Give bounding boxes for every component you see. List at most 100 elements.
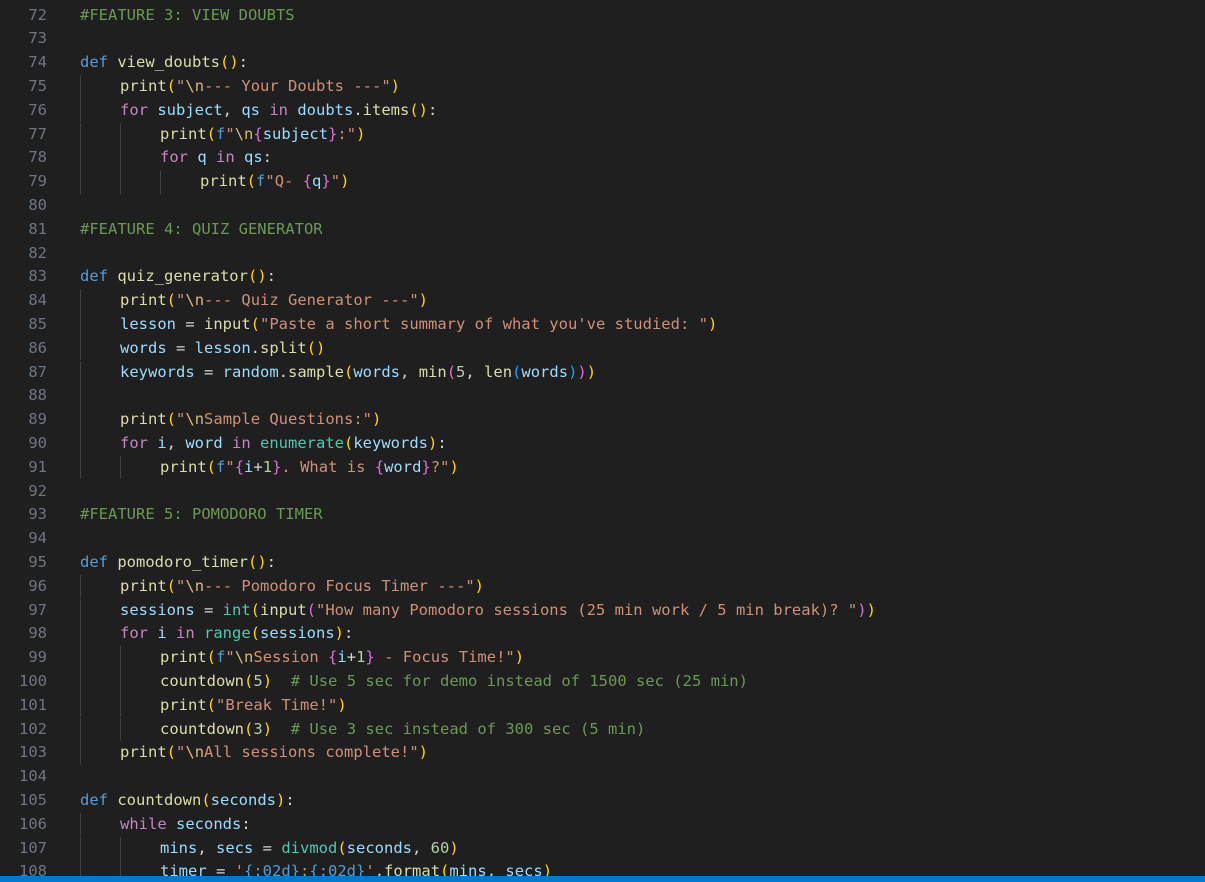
code-text: sessions = int(input("How many Pomodoro … [120, 599, 876, 623]
code-line[interactable]: 91 print(f"{i+1}. What is {word}?") [0, 455, 1205, 480]
code-text: #FEATURE 4: QUIZ GENERATOR [80, 218, 323, 242]
code-token: ( [244, 719, 254, 738]
code-line[interactable]: 103 print("\nAll sessions complete!") [0, 741, 1205, 766]
code-line[interactable]: 77 print(f"\n{subject}:") [0, 122, 1205, 147]
code-line[interactable]: 101 print("Break Time!") [0, 693, 1205, 718]
code-line[interactable]: 94 [0, 527, 1205, 551]
code-editor[interactable]: 72 #FEATURE 3: VIEW DOUBTS 73 74 def view_do… [0, 0, 1205, 876]
code-token: () [247, 552, 267, 571]
code-line[interactable]: 97 sessions = int(input("How many Pomodor… [0, 598, 1205, 623]
code-token: ) [418, 743, 429, 762]
code-line[interactable]: 82 [0, 242, 1205, 266]
indent-guide [120, 170, 121, 194]
code-token: " [225, 648, 235, 667]
code-token: i [337, 648, 347, 667]
code-token: = [194, 600, 223, 619]
code-token: ( [337, 838, 347, 857]
code-text: print("Break Time!") [160, 694, 347, 718]
code-line[interactable]: 79 print(f"Q- {q}") [0, 170, 1205, 194]
code-token: words [521, 362, 569, 381]
code-token: : [241, 814, 251, 833]
indent-guide [80, 289, 81, 313]
code-text: print(f"{i+1}. What is {word}?") [160, 456, 459, 480]
code-text: print("\n--- Pomodoro Focus Timer ---") [120, 575, 484, 599]
code-token: # Use 3 sec instead of 300 sec (5 min) [290, 719, 646, 738]
code-line[interactable]: 89 print("\nSample Questions:") [0, 408, 1205, 432]
code-text: print(f"Q- {q}") [200, 170, 349, 194]
status-bar [0, 876, 1205, 882]
code-token: ( [306, 600, 317, 619]
code-line[interactable]: 81 #FEATURE 4: QUIZ GENERATOR [0, 218, 1205, 242]
indent-guide [80, 146, 81, 171]
code-line[interactable]: 92 [0, 480, 1205, 504]
indent-guide [80, 360, 81, 385]
line-number: 78 [28, 148, 47, 167]
code-token: seconds [346, 838, 412, 857]
indent-guide [80, 74, 81, 99]
code-line[interactable]: 78 for q in qs: [0, 146, 1205, 171]
line-number: 107 [19, 838, 47, 857]
code-line[interactable]: 106 while seconds: [0, 812, 1205, 837]
indent-guide [80, 836, 81, 861]
code-token: in [166, 624, 204, 643]
code-line[interactable]: 100 countdown(5) # Use 5 sec for demo ins… [0, 669, 1205, 694]
code-line[interactable]: 73 [0, 27, 1205, 51]
code-token: " [176, 76, 186, 95]
code-line[interactable]: 108 timer = '{:02d}:{:02d}'.format(mins, … [0, 860, 1205, 876]
code-line[interactable]: 96 print("\n--- Pomodoro Focus Timer ---"… [0, 574, 1205, 599]
code-line[interactable]: 88 [0, 384, 1205, 409]
code-line[interactable]: 75 print("\n--- Your Doubts ---") [0, 74, 1205, 99]
code-token: ) [334, 624, 345, 643]
code-token: view_doubts [117, 53, 220, 72]
code-token: ) [356, 124, 366, 143]
code-line[interactable]: 85 lesson = input("Paste a short summary … [0, 312, 1205, 337]
code-token: q [197, 148, 207, 167]
code-line[interactable]: 105 def countdown(seconds): [0, 789, 1205, 813]
code-token: , [197, 838, 216, 857]
code-line[interactable]: 72 #FEATURE 3: VIEW DOUBTS [0, 4, 1205, 28]
code-token: ' [234, 862, 245, 876]
code-line[interactable]: 90 for i, word in enumerate(keywords): [0, 431, 1205, 456]
code-token: sessions [120, 600, 195, 619]
code-line[interactable]: 93 #FEATURE 5: POMODORO TIMER [0, 503, 1205, 527]
code-token: - Focus Time!" [374, 648, 515, 667]
code-token: keywords [120, 362, 195, 381]
code-token: . [278, 362, 288, 381]
code-line[interactable]: 86 words = lesson.split() [0, 336, 1205, 361]
code-token: keywords [353, 433, 428, 452]
code-text: def view_doubts(): [80, 51, 248, 75]
code-token: range [204, 624, 251, 643]
code-text: for i, word in enumerate(keywords): [120, 432, 447, 456]
code-token: def [80, 790, 118, 809]
code-token: { [328, 648, 338, 667]
code-line[interactable]: 104 [0, 765, 1205, 789]
code-token: ( [201, 790, 211, 809]
code-text: timer = '{:02d}:{:02d}'.format(mins, sec… [160, 860, 552, 876]
code-line[interactable]: 74 def view_doubts(): [0, 51, 1205, 75]
code-token: print [160, 457, 207, 476]
code-token: + [253, 457, 263, 476]
code-line[interactable]: 83 def quiz_generator(): [0, 265, 1205, 289]
code-token: " [176, 576, 186, 595]
code-line[interactable]: 102 countdown(3) # Use 3 sec instead of 3… [0, 717, 1205, 742]
code-line[interactable]: 84 print("\n--- Quiz Generator ---") [0, 289, 1205, 313]
code-line[interactable]: 95 def pomodoro_timer(): [0, 551, 1205, 575]
code-token: ?" [430, 457, 450, 476]
code-token: 5 [456, 362, 466, 381]
code-token: # Use 5 sec for demo instead of 1500 sec… [290, 671, 748, 690]
code-line[interactable]: 99 print(f"\nSession {i+1} - Focus Time!"… [0, 646, 1205, 670]
code-token: in [206, 148, 244, 167]
code-token: subject [262, 124, 329, 143]
code-token: () [219, 53, 239, 72]
code-token: ) [577, 362, 587, 381]
indent-guide [80, 622, 81, 647]
code-token: : [266, 552, 276, 571]
code-token: "Q- [265, 172, 303, 191]
code-line[interactable]: 98 for i in range(sessions): [0, 622, 1205, 647]
code-line[interactable]: 107 mins, secs = divmod(seconds, 60) [0, 836, 1205, 861]
code-token: = [194, 362, 223, 381]
code-line[interactable]: 76 for subject, qs in doubts.items(): [0, 98, 1205, 123]
line-number: 105 [19, 790, 47, 809]
code-line[interactable]: 80 [0, 194, 1205, 218]
code-line[interactable]: 87 keywords = random.sample(words, min(5,… [0, 360, 1205, 385]
